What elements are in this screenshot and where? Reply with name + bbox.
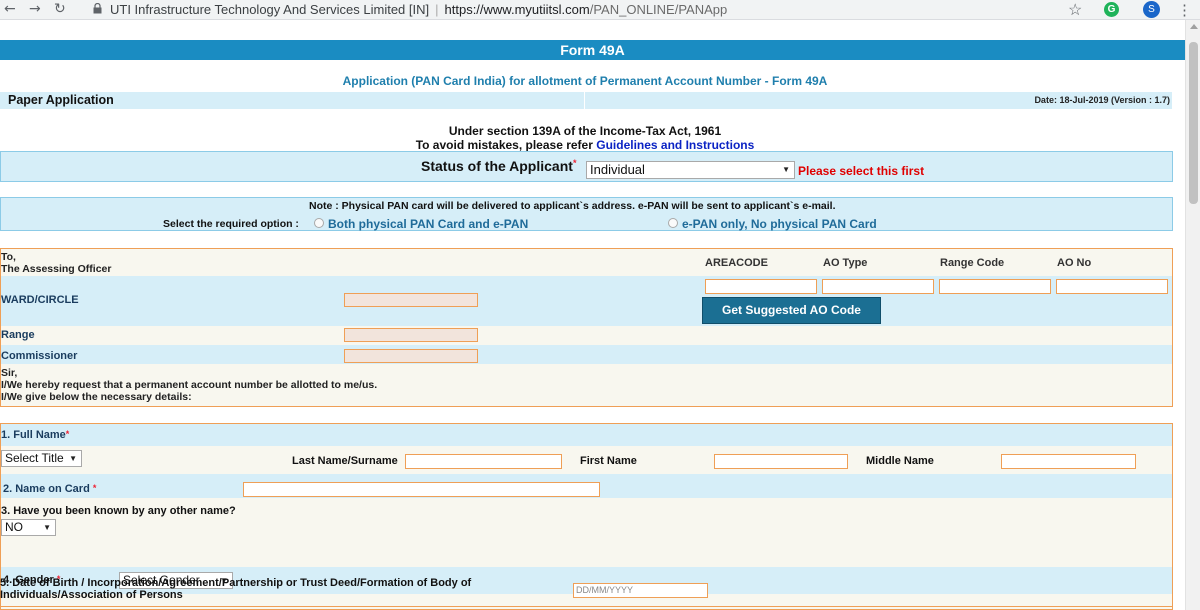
name-on-card-label: 2. Name on Card * xyxy=(3,483,97,495)
address-bar[interactable]: UTI Infrastructure Technology And Servic… xyxy=(110,2,727,17)
reload-icon[interactable]: ↻ xyxy=(54,1,66,17)
assessing-officer-section: To, The Assessing Officer AREACODE AO Ty… xyxy=(0,248,1173,407)
get-suggested-ao-code-button[interactable]: Get Suggested AO Code xyxy=(702,297,881,324)
range-field xyxy=(344,328,478,342)
url-path: /PAN_ONLINE/PANApp xyxy=(589,2,728,17)
browser-menu-icon[interactable]: ⋮ xyxy=(1177,1,1192,19)
commissioner-field xyxy=(344,349,478,363)
range-code-header: Range Code xyxy=(940,257,1005,269)
applicant-status-section: Status of the Applicant* Individual ▼ Pl… xyxy=(0,151,1173,182)
act-section-line: Under section 139A of the Income-Tax Act… xyxy=(448,124,722,138)
lock-icon[interactable] xyxy=(93,3,102,14)
guidelines-link[interactable]: Guidelines and Instructions xyxy=(596,138,754,152)
page-scrollbar[interactable] xyxy=(1185,20,1200,610)
details-bottom-border xyxy=(0,606,1173,607)
last-name-input[interactable] xyxy=(405,454,562,469)
areacode-input[interactable] xyxy=(705,279,817,294)
divider xyxy=(584,92,585,109)
ward-circle-label: WARD/CIRCLE xyxy=(1,294,79,306)
dob-input[interactable]: DD/MM/YYYY xyxy=(573,583,708,598)
first-name-label: First Name xyxy=(580,455,637,467)
range-code-input[interactable] xyxy=(939,279,1051,294)
ward-circle-field xyxy=(344,293,478,307)
dropdown-caret-icon: ▼ xyxy=(782,165,790,174)
paper-application-bar: Paper Application Date: 18-Jul-2019 (Ver… xyxy=(0,92,1172,109)
site-identity: UTI Infrastructure Technology And Servic… xyxy=(110,2,430,17)
applicant-status-value: Individual xyxy=(590,162,645,177)
first-name-input[interactable] xyxy=(714,454,848,469)
full-name-band xyxy=(1,424,1172,446)
scrollbar-thumb[interactable] xyxy=(1189,42,1198,204)
commissioner-band xyxy=(1,345,1172,364)
pan-option-section: Note : Physical PAN card will be deliver… xyxy=(0,197,1173,231)
bookmark-star-icon[interactable]: ☆ xyxy=(1068,0,1082,20)
dropdown-caret-icon: ▼ xyxy=(69,454,77,463)
select-option-label: Select the required option : xyxy=(163,218,299,230)
applicant-status-select[interactable]: Individual ▼ xyxy=(586,161,795,179)
middle-name-input[interactable] xyxy=(1001,454,1136,469)
form-subtitle: Application (PAN Card India) for allotme… xyxy=(342,74,828,88)
form-title: Form 49A xyxy=(0,40,1185,60)
forward-arrow-icon[interactable]: → xyxy=(29,1,41,17)
request-text: Sir, I/We hereby request that a permanen… xyxy=(1,367,378,403)
radio-epan-only[interactable] xyxy=(668,218,678,228)
range-label: Range xyxy=(1,329,35,341)
paper-application-label: Paper Application xyxy=(8,93,114,107)
known-other-name-select[interactable]: NO ▼ xyxy=(1,519,56,536)
url-host: https://www.myutiitsl.com xyxy=(444,2,590,17)
status-warning: Please select this first xyxy=(798,164,925,178)
status-label: Status of the Applicant* xyxy=(421,158,577,174)
dropdown-caret-icon: ▼ xyxy=(43,523,51,532)
scroll-up-icon[interactable] xyxy=(1190,24,1198,29)
browser-toolbar: ← → ↻ UTI Infrastructure Technology And … xyxy=(0,0,1200,20)
ao-no-input[interactable] xyxy=(1056,279,1168,294)
middle-name-label: Middle Name xyxy=(866,455,934,467)
page-content: Form 49A Application (PAN Card India) fo… xyxy=(0,20,1185,610)
mistakes-prefix: To avoid mistakes, please refer xyxy=(415,138,593,152)
ao-type-header: AO Type xyxy=(823,257,868,269)
title-select[interactable]: Select Title ▼ xyxy=(1,450,82,467)
radio-both-physical-epan[interactable] xyxy=(314,218,324,228)
extension-icon[interactable]: G xyxy=(1104,2,1119,17)
full-name-label: 1. Full Name* xyxy=(1,429,70,441)
last-name-label: Last Name/Surname xyxy=(292,455,398,467)
option-epan-label[interactable]: e-PAN only, No physical PAN Card xyxy=(682,217,877,231)
to-address: To, The Assessing Officer xyxy=(1,251,112,275)
name-on-card-input[interactable] xyxy=(243,482,600,497)
ao-no-header: AO No xyxy=(1057,257,1092,269)
areacode-header: AREACODE xyxy=(705,257,768,269)
ao-type-input[interactable] xyxy=(822,279,934,294)
dob-label: 5. Date of Birth / Incorporation/Agreeme… xyxy=(0,577,472,601)
required-mark: * xyxy=(572,158,577,168)
back-arrow-icon[interactable]: ← xyxy=(4,1,16,17)
profile-avatar[interactable]: S xyxy=(1143,1,1160,18)
date-version: Date: 18-Jul-2019 (Version : 1.7) xyxy=(1034,95,1170,105)
option-both-label[interactable]: Both physical PAN Card and e-PAN xyxy=(328,217,528,231)
mistakes-line: To avoid mistakes, please refer Guidelin… xyxy=(0,138,1170,152)
pan-delivery-note: Note : Physical PAN card will be deliver… xyxy=(309,200,836,212)
known-other-name-label: 3. Have you been known by any other name… xyxy=(1,505,236,517)
commissioner-label: Commissioner xyxy=(1,350,78,362)
